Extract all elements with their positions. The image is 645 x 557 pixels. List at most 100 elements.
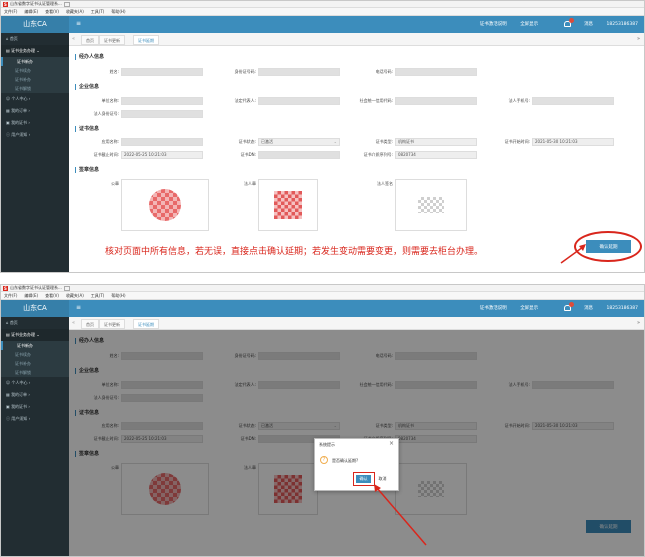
sidebar-subitem-new[interactable]: 证书新办 — [1, 341, 69, 350]
menu-tools[interactable]: 工具(T) — [91, 9, 105, 14]
seal-stamp-icon — [149, 189, 181, 221]
chevron-down-icon: ⌄ — [333, 139, 337, 144]
sidebar-item-my-certs[interactable]: ▣ 我的证书 › — [1, 117, 69, 129]
sidebar-subitem-reissue[interactable]: 证书补办 — [1, 359, 69, 368]
chevron-right-icon: › — [28, 416, 31, 421]
legal-id-field[interactable] — [121, 110, 203, 118]
sidebar-subitem-reissue[interactable]: 证书补办 — [1, 75, 69, 84]
menu-tools[interactable]: 工具(T) — [91, 293, 105, 298]
cert-status-select[interactable]: 已激活 ⌄ — [258, 138, 340, 146]
sidebar-item-my-certs[interactable]: ▣ 我的证书 › — [1, 401, 69, 413]
close-icon[interactable]: × — [389, 440, 394, 448]
credit-code-field[interactable] — [395, 97, 477, 105]
new-tab-icon[interactable] — [63, 285, 70, 291]
expire-time-field[interactable]: 2022-05-25 10:21:03 — [121, 151, 203, 159]
menu-edit[interactable]: 编辑(E) — [24, 9, 38, 14]
cert-type-field[interactable]: 机构证书 — [395, 138, 477, 146]
app-header: 山东CA ≡ 证书激活说明 全屏显示 消息 18253186387 — [1, 300, 644, 317]
hamburger-icon[interactable]: ≡ — [76, 19, 81, 29]
sidebar-item-label: 首页 — [9, 36, 18, 41]
messages-link[interactable]: 消息 — [552, 17, 593, 27]
tab-home[interactable]: 首页 — [81, 35, 99, 45]
cert-dn-field[interactable] — [258, 151, 340, 159]
medium-no-field[interactable]: 0820734 — [395, 151, 477, 159]
legal-phone-field[interactable] — [532, 97, 614, 105]
tab-cert-extend[interactable]: 证书延期 — [133, 35, 159, 45]
tab-scroll-right-icon[interactable]: » — [637, 320, 640, 327]
sidebar-item-home[interactable]: ⌂ 首页 — [1, 317, 69, 329]
tab-home[interactable]: 首页 — [81, 319, 99, 329]
brand-logo[interactable]: 山东CA — [1, 16, 69, 33]
sidebar-subitem-renew[interactable]: 证书续办 — [1, 350, 69, 359]
tab-cert-extend[interactable]: 证书延期 — [133, 319, 159, 329]
tab-scroll-right-icon[interactable]: » — [637, 36, 640, 43]
sidebar-item-home[interactable]: ⌂ 首页 — [1, 33, 69, 45]
menu-edit[interactable]: 编辑(E) — [24, 293, 38, 298]
instruction-note: 核对页面中所有信息，若无误，直接点击确认延期；若发生变动需要变更，则需要去柜台办… — [105, 247, 484, 257]
menu-file[interactable]: 文件(F) — [4, 9, 17, 14]
start-time-field[interactable]: 2021-05-30 10:21:03 — [532, 138, 614, 146]
dialog-cancel-button[interactable]: 取消 — [375, 475, 390, 483]
messages-label: 消息 — [584, 306, 594, 311]
sidebar: ⌂ 首页 ▤ 证书业务办理 ⌄ 证书新办 证书续办 证书补办 证书解锁 ☺ 个人… — [1, 33, 69, 272]
sidebar-item-cert-business[interactable]: ▤ 证书业务办理 ⌄ — [1, 45, 69, 57]
chevron-right-icon: › — [28, 120, 30, 125]
user-phone[interactable]: 18253186387 — [607, 22, 639, 27]
browser-tab-title[interactable]: 山东省数字证书认证管理系... — [10, 1, 62, 6]
menu-favorites[interactable]: 收藏夹(A) — [66, 293, 84, 298]
app-logo-icon: S — [3, 1, 8, 7]
sidebar-subitem-unlock[interactable]: 证书解锁 — [1, 84, 69, 93]
messages-link[interactable]: 消息 — [552, 301, 594, 311]
id-no-field[interactable] — [258, 68, 340, 76]
sidebar-subitem-new[interactable]: 证书新办 — [1, 57, 69, 66]
menu-favorites[interactable]: 收藏夹(A) — [66, 9, 84, 14]
label-legal-rep: 法定代表人: — [234, 98, 256, 103]
menu-help[interactable]: 帮助(H) — [111, 9, 125, 14]
sidebar-item-label: 证书业务办理 — [11, 332, 36, 337]
sidebar-item-personal[interactable]: ☺ 个人中心 › — [1, 377, 69, 389]
fullscreen-link[interactable]: 全屏显示 — [520, 22, 538, 27]
menu-view[interactable]: 查看(V) — [45, 9, 59, 14]
chevron-right-icon: › — [28, 108, 30, 113]
label-id-no: 身份证号码: — [234, 69, 256, 74]
tab-scroll-left-icon[interactable]: « — [72, 36, 75, 43]
sidebar-item-label: 用户须知 — [11, 132, 28, 137]
sidebar-item-notice[interactable]: ⓘ 用户须知 › — [1, 413, 69, 425]
sidebar-item-cert-business[interactable]: ▤ 证书业务办理 ⌄ — [1, 329, 69, 341]
sidebar-item-orders[interactable]: ▦ 我的订单 › — [1, 389, 69, 401]
header-nav: 证书激活说明 全屏显示 消息 18253186387 — [468, 16, 638, 33]
app-name-field[interactable] — [121, 138, 203, 146]
sidebar-item-personal[interactable]: ☺ 个人中心 › — [1, 93, 69, 105]
menu-view[interactable]: 查看(V) — [45, 293, 59, 298]
new-tab-icon[interactable] — [63, 1, 70, 7]
fullscreen-link[interactable]: 全屏显示 — [520, 306, 538, 311]
section-title-company: 企业信息 — [75, 84, 99, 90]
sidebar-subitem-renew[interactable]: 证书续办 — [1, 66, 69, 75]
browser-titlebar: S 山东省数字证书认证管理系... — [1, 1, 644, 8]
activation-guide-link[interactable]: 证书激活说明 — [480, 306, 507, 311]
menu-help[interactable]: 帮助(H) — [111, 293, 125, 298]
sidebar-item-label: 个人中心 — [11, 380, 28, 385]
sidebar-item-orders[interactable]: ▦ 我的订单 › — [1, 105, 69, 117]
unit-name-field[interactable] — [121, 97, 203, 105]
menu-file[interactable]: 文件(F) — [4, 293, 17, 298]
tab-scroll-left-icon[interactable]: « — [72, 320, 75, 327]
hamburger-icon[interactable]: ≡ — [76, 303, 81, 313]
tab-cert-update[interactable]: 证书更新 — [99, 319, 125, 329]
sidebar-item-label: 我的订单 — [11, 392, 28, 397]
tab-cert-update[interactable]: 证书更新 — [99, 35, 125, 45]
phone-field[interactable] — [395, 68, 477, 76]
legal-rep-field[interactable] — [258, 97, 340, 105]
sidebar-subitem-unlock[interactable]: 证书解锁 — [1, 368, 69, 377]
name-field[interactable] — [121, 68, 203, 76]
sidebar-item-notice[interactable]: ⓘ 用户须知 › — [1, 129, 69, 141]
notification-badge — [568, 17, 574, 23]
label-legal-seal: 法人章 — [244, 181, 256, 186]
browser-tab-title[interactable]: 山东省数字证书认证管理系... — [10, 285, 62, 290]
notification-badge — [568, 301, 574, 307]
user-phone[interactable]: 18253186387 — [607, 306, 639, 311]
label-official-seal: 公章 — [111, 181, 119, 186]
brand-logo[interactable]: 山东CA — [1, 300, 69, 317]
label-credit-code: 社会统一信用代码: — [359, 98, 393, 103]
activation-guide-link[interactable]: 证书激活说明 — [480, 22, 507, 27]
